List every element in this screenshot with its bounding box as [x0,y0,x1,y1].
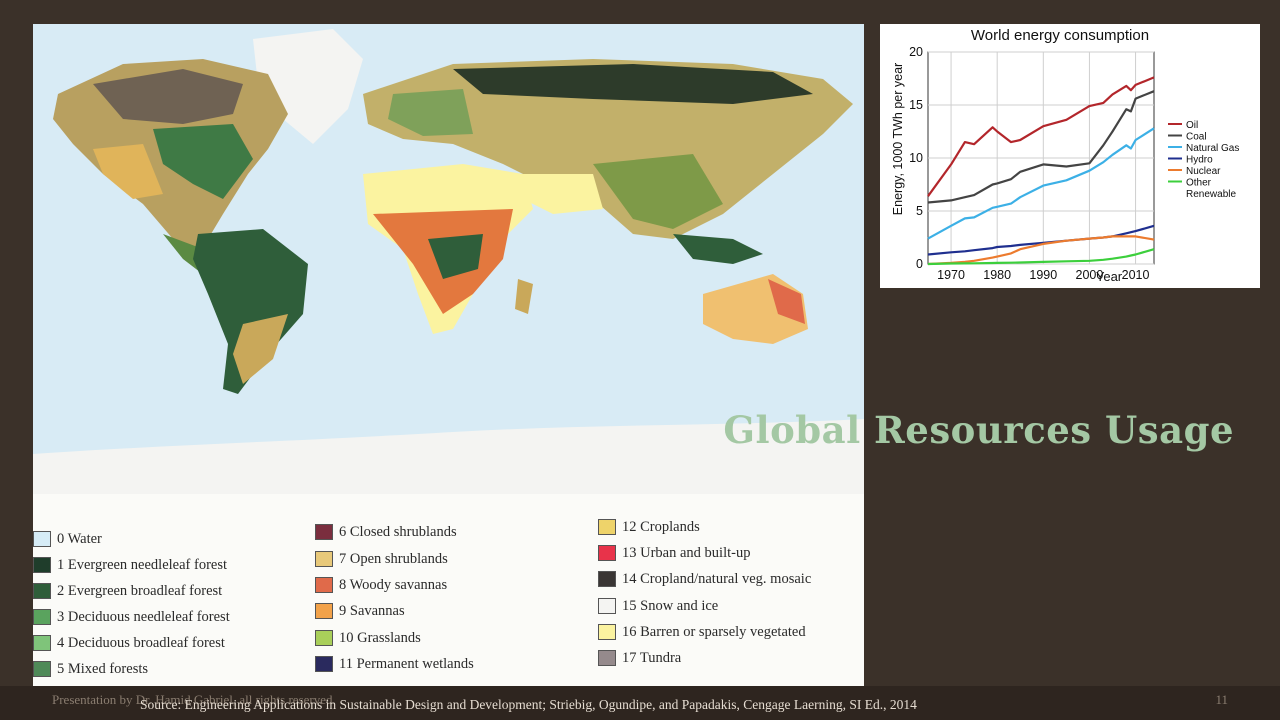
legend-label: 16 Barren or sparsely vegetated [622,623,806,640]
legend-swatch [315,603,333,619]
chart-legend: OilCoalNatural GasHydroNuclearOtherRenew… [1168,120,1239,200]
legend-label: 8 Woody savannas [339,576,448,593]
y-tick-label: 20 [909,45,923,59]
legend-swatch [33,557,51,573]
legend-item-deciduous-needleleaf: 3 Deciduous needleleaf forest [33,607,230,627]
legend-label: 6 Closed shrublands [339,523,457,540]
x-axis-label: Year [1096,269,1123,284]
legend-label: 9 Savannas [339,602,405,619]
legend-item-evergreen-broadleaf: 2 Evergreen broadleaf forest [33,581,222,601]
legend-label: 15 Snow and ice [622,597,719,614]
legend-swatch [315,524,333,540]
y-tick-label: 10 [909,151,923,165]
legend-swatch [33,583,51,599]
legend-label: 4 Deciduous broadleaf forest [57,634,225,651]
chart-grid [927,51,1155,265]
legend-swatch [598,519,616,535]
x-tick-label: 1980 [983,268,1011,282]
legend-entry-label: Nuclear [1186,166,1221,177]
y-tick-label: 0 [916,257,923,271]
legend-label: 5 Mixed forests [57,660,149,677]
legend-item-savannas: 9 Savannas [315,601,405,621]
footer-source-citation: Source: Engineering Applications in Sust… [140,697,917,712]
legend-swatch [315,551,333,567]
legend-swatch [598,545,616,561]
legend-item-permanent-wetlands: 11 Permanent wetlands [315,654,474,674]
legend-label: 1 Evergreen needleleaf forest [57,556,228,573]
legend-label: 12 Croplands [622,518,700,535]
legend-label: 17 Tundra [622,649,682,666]
land-cover-map-figure: 0 Water 1 Evergreen needleleaf forest 2 … [33,24,864,686]
legend-label: 0 Water [57,530,102,547]
legend-label: 10 Grasslands [339,629,421,646]
legend-entry-label: Hydro [1186,155,1213,166]
legend-item-open-shrublands: 7 Open shrublands [315,549,448,569]
legend-item-mixed-forests: 5 Mixed forests [33,659,148,679]
legend-label: 14 Cropland/natural veg. mosaic [622,570,812,587]
legend-swatch [33,609,51,625]
legend-label: 13 Urban and built-up [622,544,751,561]
legend-swatch [33,661,51,677]
legend-swatch [33,635,51,651]
legend-item-evergreen-needleleaf: 1 Evergreen needleleaf forest [33,555,227,575]
x-tick-label: 2010 [1122,268,1150,282]
world-energy-consumption-chart: World energy consumption 0 5 10 15 20 1970 198… [891,27,1239,284]
legend-entry-label: Oil [1186,120,1198,131]
legend-item-urban: 13 Urban and built-up [598,543,750,563]
legend-swatch [598,624,616,640]
legend-label: 3 Deciduous needleleaf forest [57,608,230,625]
legend-item-water: 0 Water [33,529,102,549]
legend-swatch [598,650,616,666]
legend-entry-label: Other [1186,178,1212,189]
legend-label: 2 Evergreen broadleaf forest [57,582,223,599]
legend-item-closed-shrublands: 6 Closed shrublands [315,522,457,542]
legend-item-woody-savannas: 8 Woody savannas [315,575,447,595]
page-number: 11 [1215,692,1228,707]
y-axis-label: Energy, 1000 TWh per year [891,63,905,215]
y-tick-label: 5 [916,204,923,218]
y-tick-label: 15 [909,98,923,112]
legend-swatch [33,531,51,547]
legend-swatch [315,630,333,646]
legend-item-grasslands: 10 Grasslands [315,628,421,648]
legend-item-barren: 16 Barren or sparsely vegetated [598,622,806,642]
legend-entry-label: Renewable [1186,189,1236,200]
legend-entry-label: Natural Gas [1186,143,1239,154]
legend-swatch [598,598,616,614]
legend-swatch [315,656,333,672]
legend-item-tundra: 17 Tundra [598,648,681,668]
x-tick-label: 1970 [937,268,965,282]
legend-item-croplands: 12 Croplands [598,517,700,537]
legend-item-deciduous-broadleaf: 4 Deciduous broadleaf forest [33,633,225,653]
energy-chart-panel: World energy consumption 0 5 10 15 20 1970 198… [880,24,1260,288]
legend-label: 7 Open shrublands [339,550,448,567]
legend-item-cropland-mosaic: 14 Cropland/natural veg. mosaic [598,569,811,589]
legend-swatch [315,577,333,593]
legend-label: 11 Permanent wetlands [339,655,474,672]
chart-title: World energy consumption [971,27,1149,44]
legend-item-snow-ice: 15 Snow and ice [598,596,718,616]
legend-entry-label: Coal [1186,132,1207,143]
land-cover-legend: 0 Water 1 Evergreen needleleaf forest 2 … [33,494,864,686]
slide-title: Global Resources Usage [723,408,1234,452]
legend-swatch [598,571,616,587]
x-tick-label: 1990 [1029,268,1057,282]
